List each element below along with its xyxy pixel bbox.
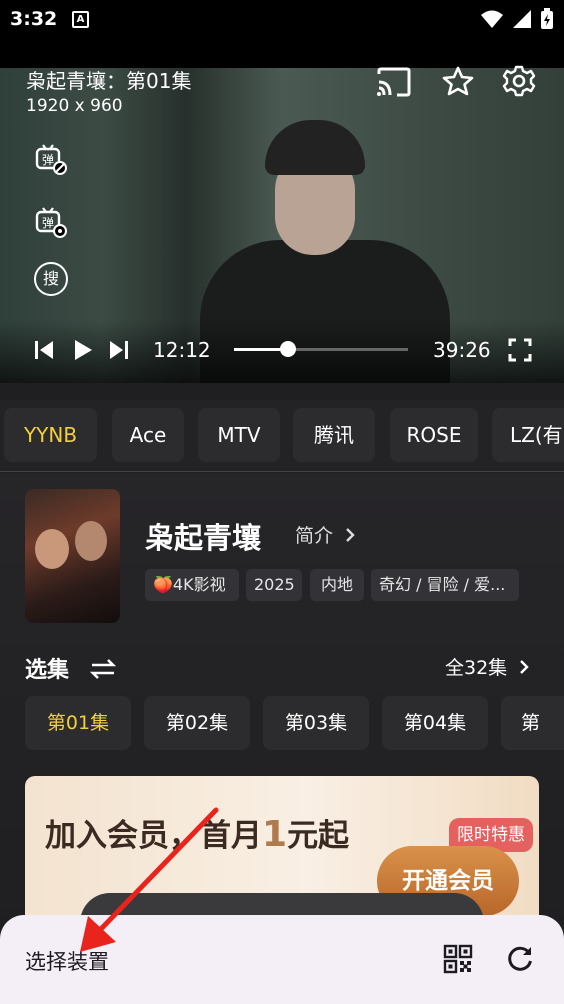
intro-link[interactable]: 简介 (295, 521, 357, 548)
notification-icon: A (72, 11, 89, 28)
danmaku-settings-icon[interactable]: 弹 (34, 205, 68, 239)
source-tab[interactable]: 腾讯 (293, 408, 375, 462)
tag-source: 🍑4K影视 (145, 569, 239, 601)
episodes-title: 选集 (25, 652, 117, 684)
show-poster[interactable] (25, 489, 120, 623)
svg-text:弹: 弹 (42, 153, 54, 167)
intro-label: 简介 (295, 525, 334, 547)
qr-code-icon[interactable] (443, 944, 473, 974)
cast-icon[interactable] (376, 66, 412, 98)
all-episodes-link[interactable]: 全32集 (445, 653, 531, 680)
episodes-title-label: 选集 (25, 658, 70, 683)
total-time: 39:26 (433, 338, 491, 362)
episode-item[interactable]: 第04集 (382, 696, 488, 750)
source-tab[interactable]: ROSE (390, 408, 478, 462)
wifi-icon (481, 10, 503, 28)
source-tab[interactable]: MTV (198, 408, 280, 462)
settings-icon[interactable] (502, 64, 536, 98)
episode-item[interactable]: 第05 (501, 696, 564, 750)
next-icon[interactable] (108, 339, 130, 361)
poster-figure-1 (35, 529, 69, 569)
status-bar: 3:32 A (0, 0, 564, 40)
search-icon[interactable]: 搜 (34, 262, 68, 296)
progress-knob[interactable] (279, 341, 296, 357)
status-time: 3:32 (10, 8, 58, 30)
poster-figure-2 (75, 521, 107, 561)
device-picker-sheet: 选择装置 (0, 915, 564, 1004)
banner-text-number: 1 (262, 814, 288, 855)
all-episodes-label: 全32集 (445, 657, 508, 679)
tag-year: 2025 (246, 569, 302, 601)
signal-icon (513, 10, 531, 28)
show-title: 枭起青壤 (145, 521, 262, 555)
sheet-title: 选择装置 (25, 950, 109, 974)
video-resolution: 1920 x 960 (26, 96, 123, 116)
svg-text:弹: 弹 (42, 216, 54, 230)
episode-item[interactable]: 第03集 (263, 696, 369, 750)
source-tab[interactable]: LZ(有 (492, 408, 564, 462)
progress-bar[interactable] (234, 341, 408, 357)
chevron-right-icon (346, 528, 355, 542)
battery-icon (541, 8, 553, 29)
chevron-right-icon (520, 660, 529, 674)
banner-text-post: 元起 (287, 818, 350, 854)
tag-genre: 奇幻 / 冒险 / 爱... (371, 569, 519, 601)
episode-item[interactable]: 第02集 (144, 696, 250, 750)
danmaku-off-icon[interactable]: 弹 (34, 142, 68, 176)
banner-text: 加入会员，首月1元起 (45, 810, 349, 855)
fullscreen-icon[interactable] (508, 338, 532, 362)
video-title: 枭起青壤：第01集 (26, 69, 192, 93)
banner-text-pre: 加入会员，首月 (45, 818, 262, 854)
source-tab[interactable]: YYNB (4, 408, 97, 462)
play-icon[interactable] (72, 338, 94, 362)
refresh-icon[interactable] (505, 944, 535, 974)
star-icon[interactable] (441, 65, 475, 97)
source-tabs: YYNB Ace MTV 腾讯 ROSE LZ(有 (0, 400, 564, 472)
tag-region: 内地 (310, 569, 364, 601)
previous-icon[interactable] (33, 339, 55, 361)
source-tab[interactable]: Ace (112, 408, 184, 462)
episode-item[interactable]: 第01集 (25, 696, 131, 750)
current-time: 12:12 (153, 338, 211, 362)
swap-order-icon[interactable] (89, 658, 117, 680)
system-icons (480, 8, 554, 30)
